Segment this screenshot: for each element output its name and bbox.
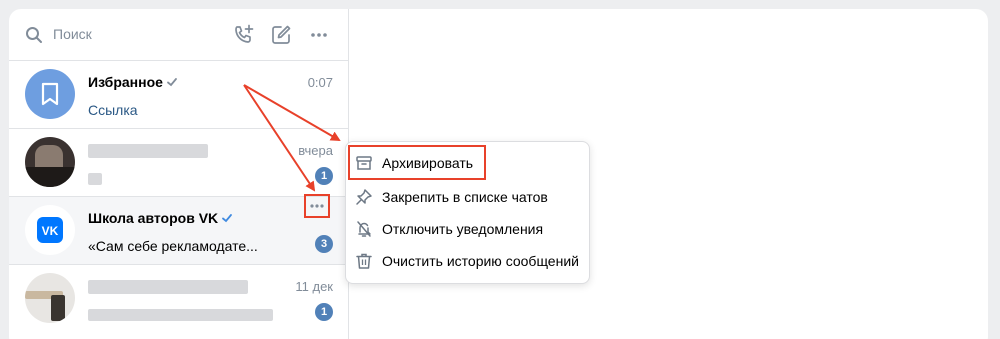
vk-logo-icon: VK — [37, 217, 63, 243]
chat-row-redacted[interactable]: 11 дек 1 — [9, 265, 349, 333]
trash-icon — [356, 253, 372, 269]
menu-item-label: Отключить уведомления — [382, 221, 544, 237]
unread-badge: 1 — [315, 303, 333, 321]
chat-title: Избранное — [88, 74, 178, 90]
redacted-message — [88, 309, 273, 321]
unread-badge: 3 — [315, 235, 333, 253]
chat-list-panel: Поиск Избранное 0:07 Ссылка вчера 1 VK Ш… — [9, 9, 349, 339]
avatar — [25, 69, 75, 119]
unread-badge: 1 — [315, 167, 333, 185]
chat-row-redacted[interactable]: вчера 1 — [9, 129, 349, 197]
add-call-icon[interactable] — [231, 23, 255, 47]
avatar — [25, 137, 75, 187]
chat-time: 0:07 — [307, 75, 333, 90]
chat-row-vk-authors-school[interactable]: VK Школа авторов VK «Сам себе рекламодат… — [9, 197, 349, 265]
verified-check-icon — [222, 214, 233, 223]
chat-title: Школа авторов VK — [88, 210, 233, 226]
verified-check-icon — [167, 78, 177, 87]
compose-icon[interactable] — [269, 23, 293, 47]
menu-item-mute[interactable]: Отключить уведомления — [346, 213, 591, 245]
search-placeholder: Поиск — [53, 26, 92, 42]
search-icon — [26, 27, 42, 43]
chat-last-message: «Сам себе рекламодате... — [88, 238, 258, 254]
more-dots-icon[interactable] — [307, 23, 331, 47]
redacted-title — [88, 144, 208, 158]
chat-row-favorites[interactable]: Избранное 0:07 Ссылка — [9, 61, 349, 129]
chat-time: 11 дек — [295, 279, 333, 294]
menu-item-label: Закрепить в списке чатов — [382, 189, 548, 205]
chat-last-message: Ссылка — [88, 102, 138, 118]
menu-item-clear-history[interactable]: Очистить историю сообщений — [346, 245, 591, 277]
bookmark-icon — [41, 82, 59, 106]
menu-item-pin[interactable]: Закрепить в списке чатов — [346, 181, 591, 213]
svg-text:VK: VK — [42, 224, 59, 238]
chat-more-button[interactable] — [304, 194, 330, 218]
avatar — [25, 273, 75, 323]
more-dots-icon — [310, 204, 324, 208]
bell-off-icon — [357, 221, 371, 237]
annotation-highlight-archive — [348, 145, 486, 180]
redacted-title — [88, 280, 248, 294]
search-bar[interactable]: Поиск — [9, 9, 349, 61]
avatar: VK — [25, 205, 75, 255]
chat-time: вчера — [298, 143, 333, 158]
menu-item-label: Очистить историю сообщений — [382, 253, 579, 269]
pin-icon — [356, 189, 372, 205]
redacted-message — [88, 173, 102, 185]
